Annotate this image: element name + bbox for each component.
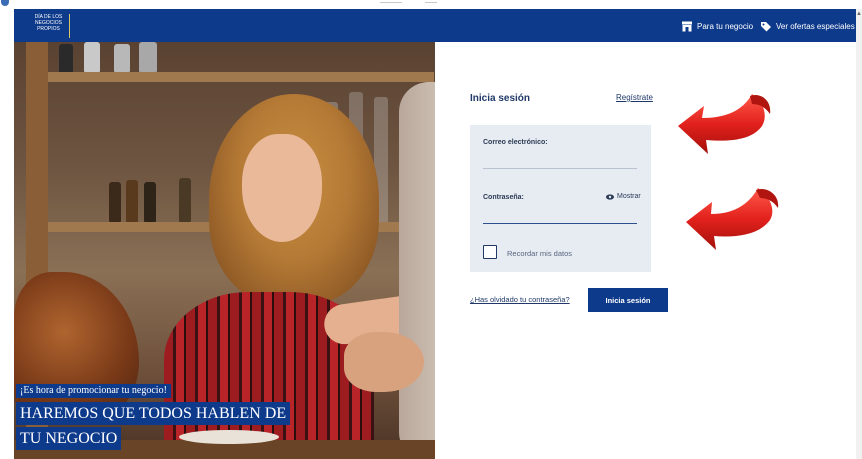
shelf	[44, 72, 434, 82]
login-form-panel: Correo electrónico: Contraseña: Mostrar …	[470, 125, 651, 272]
bottle	[59, 44, 73, 72]
site-header: DÍA DE LOS NEGOCIOS PROPIOS Para tu nego…	[14, 9, 856, 42]
red-arrow-icon	[678, 94, 771, 154]
storefront-icon	[682, 21, 692, 31]
bottle	[179, 178, 191, 222]
special-offers-link[interactable]: Ver ofertas especiales	[760, 20, 855, 32]
site-logo[interactable]: DÍA DE LOS NEGOCIOS PROPIOS	[30, 14, 70, 38]
hero-image: ¡Es hora de promocionar tu negocio! HARE…	[14, 42, 435, 459]
divider	[425, 2, 437, 3]
plate	[179, 430, 279, 444]
tag-icon	[761, 21, 771, 31]
remember-me-label: Recordar mis datos	[507, 249, 573, 258]
logo-line: PROPIOS	[37, 26, 60, 32]
password-field[interactable]	[483, 208, 637, 224]
woman-face	[242, 134, 322, 242]
show-password-label: Mostrar	[617, 193, 641, 200]
for-your-business-link[interactable]: Para tu negocio	[681, 20, 753, 32]
special-offers-label: Ver ofertas especiales	[776, 21, 855, 31]
email-field[interactable]	[483, 153, 637, 169]
browser-top-strip	[0, 0, 862, 9]
eye-icon	[606, 193, 614, 200]
hero-tagline: ¡Es hora de promocionar tu negocio!	[16, 384, 171, 398]
page: DÍA DE LOS NEGOCIOS PROPIOS Para tu nego…	[0, 0, 862, 459]
login-title: Inicia sesión	[470, 93, 531, 104]
register-link[interactable]: Regístrate	[616, 93, 653, 102]
for-your-business-label: Para tu negocio	[697, 21, 754, 31]
divider	[380, 2, 402, 3]
customer-hand	[344, 332, 424, 392]
show-password-toggle[interactable]: Mostrar	[606, 193, 641, 200]
forgot-password-link[interactable]: ¿Has olvidado tu contraseña?	[470, 295, 570, 304]
hero-headline-line2: TU NEGOCIO	[16, 427, 122, 450]
bottle	[126, 180, 138, 222]
browser-tab-icon	[1, 0, 9, 6]
hero-headline-line1: HAREMOS QUE TODOS HABLEN DE	[16, 402, 291, 425]
bottle	[109, 182, 121, 222]
password-label: Contraseña:	[483, 194, 524, 201]
remember-me-checkbox[interactable]	[483, 245, 497, 259]
bottle	[84, 42, 100, 72]
bottle	[114, 44, 130, 72]
customer-silhouette	[399, 82, 435, 459]
bottle	[144, 182, 156, 222]
page-scrollbar[interactable]: ▲	[856, 9, 862, 459]
bottle	[139, 42, 157, 72]
ham-leg	[14, 272, 139, 422]
login-submit-button[interactable]: Inicia sesión	[588, 288, 668, 312]
scroll-up-icon[interactable]: ▲	[856, 11, 862, 17]
email-label: Correo electrónico:	[483, 139, 548, 146]
red-arrow-icon	[686, 188, 779, 250]
